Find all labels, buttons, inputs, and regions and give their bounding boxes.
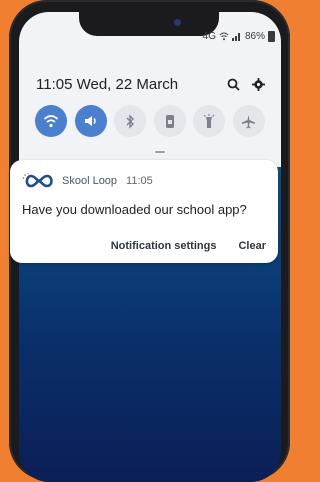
quick-toggle-airplane[interactable] [232,105,265,137]
bluetooth-icon [126,113,135,129]
settings-gear-icon[interactable] [252,77,265,91]
quick-toggle-bluetooth[interactable] [114,105,147,137]
quick-toggle-portrait[interactable] [153,105,186,137]
date-text: Wed, 22 March [76,75,179,93]
flashlight-icon [204,113,215,128]
phone-notch [79,12,219,36]
notification-card[interactable]: Skool Loop 11:05 Have you downloaded our… [10,160,278,263]
cell-signal-icon [231,33,240,41]
battery-icon [268,31,275,42]
notification-settings-button[interactable]: Notification settings [111,240,217,252]
wifi-icon [43,115,59,128]
shade-header: 11:05 Wed, 22 March [36,74,265,94]
clock-time: 11:05 [36,75,73,93]
quick-toggle-sound[interactable] [74,105,107,137]
header-actions [227,77,265,91]
front-camera-icon [174,19,181,26]
notification-message: Have you downloaded our school app? [22,202,247,217]
quick-toggle-wifi[interactable] [35,105,67,137]
quick-toggle-flashlight[interactable] [193,105,226,137]
notification-app-name: Skool Loop [62,175,118,187]
quick-settings-row [35,105,265,137]
search-icon[interactable] [227,78,240,91]
shade-drag-handle[interactable] [155,151,165,153]
notification-time: 11:05 [126,175,153,187]
network-indicator: 4G [202,31,216,42]
notification-actions: Notification settings Clear [111,240,266,252]
battery-percent: 86% [244,31,265,42]
status-bar: 4G 86% [203,31,275,42]
volume-icon [84,116,96,126]
airplane-icon [242,114,256,128]
notification-header: Skool Loop 11:05 [22,172,153,190]
wifi-signal-icon [219,32,229,41]
skool-loop-logo-icon [22,172,53,188]
notification-shade: 4G 86% 11:05 Wed, 22 March [19,12,281,167]
portrait-lock-icon [165,114,174,128]
clear-button[interactable]: Clear [238,240,266,252]
clock-and-date: 11:05 Wed, 22 March [36,76,178,93]
